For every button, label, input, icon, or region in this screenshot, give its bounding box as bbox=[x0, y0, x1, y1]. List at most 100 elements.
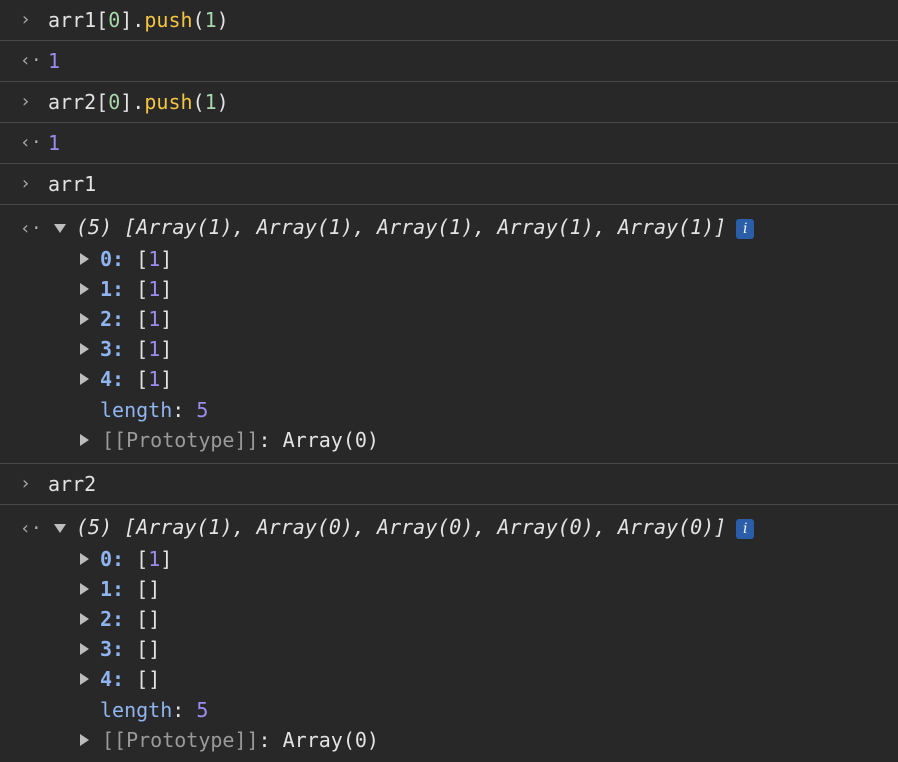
length-label: length bbox=[100, 398, 173, 422]
bracket: [ bbox=[136, 547, 149, 571]
output-value: 1 bbox=[48, 131, 61, 155]
code-token: ( bbox=[192, 8, 205, 32]
length-label: length bbox=[100, 698, 173, 722]
collapsed-triangle-icon[interactable] bbox=[80, 434, 89, 446]
collapsed-triangle-icon[interactable] bbox=[80, 553, 89, 565]
input-prompt-icon: › bbox=[20, 9, 31, 30]
bracket: ] bbox=[160, 367, 173, 391]
code-token: arr2[ bbox=[48, 90, 109, 114]
code-token: arr1[ bbox=[48, 8, 109, 32]
item-key: 0 bbox=[100, 547, 113, 571]
expand-triangle-icon[interactable] bbox=[54, 224, 66, 233]
collapsed-triangle-icon[interactable] bbox=[80, 253, 89, 265]
input-code[interactable]: arr1 bbox=[48, 164, 96, 204]
bracket: [ bbox=[136, 367, 149, 391]
code-token: ]. bbox=[120, 8, 145, 32]
bracket: ] bbox=[160, 307, 173, 331]
console-output-row: ‹· 1 bbox=[0, 41, 898, 82]
code-token: ]. bbox=[120, 90, 145, 114]
info-icon[interactable]: i bbox=[736, 518, 755, 539]
item-key: 2 bbox=[100, 607, 113, 631]
array-item[interactable]: 4: [1] bbox=[100, 364, 172, 394]
code-token: ) bbox=[216, 8, 229, 32]
console-object-output: ‹· (5) [Array(1), Array(0), Array(0), Ar… bbox=[0, 505, 898, 762]
bracket: [ bbox=[136, 637, 149, 661]
array-preview: (5) [Array(1), Array(0), Array(0), Array… bbox=[76, 515, 727, 539]
input-code[interactable]: arr2 bbox=[48, 464, 96, 504]
array-item[interactable]: 0: [1] bbox=[100, 244, 172, 274]
collapsed-triangle-icon[interactable] bbox=[80, 313, 89, 325]
bracket: ] bbox=[148, 637, 161, 661]
code-token: 0 bbox=[108, 8, 121, 32]
item-key: 3 bbox=[100, 337, 113, 361]
collapsed-triangle-icon[interactable] bbox=[80, 734, 89, 746]
item-key: 4 bbox=[100, 367, 113, 391]
length-value: 5 bbox=[196, 698, 209, 722]
output-value: 1 bbox=[48, 49, 61, 73]
bracket: ] bbox=[160, 547, 173, 571]
code-token: ) bbox=[216, 90, 229, 114]
item-value: 1 bbox=[148, 307, 161, 331]
bracket: [ bbox=[136, 337, 149, 361]
info-icon[interactable]: i bbox=[736, 218, 755, 239]
length-property: length: 5 bbox=[100, 698, 209, 722]
length-property: length: 5 bbox=[100, 398, 209, 422]
array-item[interactable]: 4: [] bbox=[100, 664, 160, 694]
array-item[interactable]: 2: [1] bbox=[100, 304, 172, 334]
item-value: 1 bbox=[148, 277, 161, 301]
collapsed-triangle-icon[interactable] bbox=[80, 613, 89, 625]
item-key: 1 bbox=[100, 577, 113, 601]
output-prompt-icon: ‹· bbox=[20, 50, 42, 71]
array-preview: (5) [Array(1), Array(1), Array(1), Array… bbox=[76, 215, 727, 239]
item-key: 3 bbox=[100, 637, 113, 661]
output-prompt-icon: ‹· bbox=[20, 132, 42, 153]
array-item[interactable]: 0: [1] bbox=[100, 544, 172, 574]
console-output-row: ‹· 1 bbox=[0, 123, 898, 164]
array-item[interactable]: 3: [1] bbox=[100, 334, 172, 364]
bracket: [ bbox=[136, 247, 149, 271]
item-key: 0 bbox=[100, 247, 113, 271]
console-object-output: ‹· (5) [Array(1), Array(1), Array(1), Ar… bbox=[0, 205, 898, 464]
item-key: 2 bbox=[100, 307, 113, 331]
prototype-value: Array(0) bbox=[282, 728, 379, 752]
bracket: ] bbox=[148, 607, 161, 631]
item-value: 1 bbox=[148, 247, 161, 271]
array-item[interactable]: 2: [] bbox=[100, 604, 160, 634]
output-prompt-icon: ‹· bbox=[20, 218, 42, 239]
bracket: [ bbox=[136, 577, 149, 601]
prototype-label: [[Prototype]] bbox=[102, 728, 259, 752]
bracket: [ bbox=[136, 277, 149, 301]
collapsed-triangle-icon[interactable] bbox=[80, 343, 89, 355]
array-item[interactable]: 1: [] bbox=[100, 574, 160, 604]
collapsed-triangle-icon[interactable] bbox=[80, 673, 89, 685]
bracket: ] bbox=[148, 577, 161, 601]
code-token: 0 bbox=[108, 90, 121, 114]
bracket: ] bbox=[160, 337, 173, 361]
length-value: 5 bbox=[196, 398, 209, 422]
expand-triangle-icon[interactable] bbox=[54, 524, 66, 533]
console-input-row: › arr2 bbox=[0, 464, 898, 505]
collapsed-triangle-icon[interactable] bbox=[80, 583, 89, 595]
item-value: 1 bbox=[148, 337, 161, 361]
array-summary[interactable]: (5) [Array(1), Array(0), Array(0), Array… bbox=[54, 513, 755, 541]
input-code[interactable]: arr1[0].push(1) bbox=[48, 0, 229, 40]
console-input-row: › arr1 bbox=[0, 164, 898, 205]
array-summary[interactable]: (5) [Array(1), Array(1), Array(1), Array… bbox=[54, 213, 755, 241]
bracket: ] bbox=[160, 277, 173, 301]
input-code[interactable]: arr2[0].push(1) bbox=[48, 82, 229, 122]
collapsed-triangle-icon[interactable] bbox=[80, 643, 89, 655]
input-prompt-icon: › bbox=[20, 173, 31, 194]
prototype-value: Array(0) bbox=[282, 428, 379, 452]
array-item[interactable]: 1: [1] bbox=[100, 274, 172, 304]
item-value: 1 bbox=[148, 367, 161, 391]
prototype-label: [[Prototype]] bbox=[102, 428, 259, 452]
prototype-property[interactable]: [[Prototype]]: Array(0) bbox=[102, 725, 379, 755]
array-item[interactable]: 3: [] bbox=[100, 634, 160, 664]
devtools-console: › arr1[0].push(1) ‹· 1 › arr2[0].push(1)… bbox=[0, 0, 898, 762]
prototype-property[interactable]: [[Prototype]]: Array(0) bbox=[102, 425, 379, 455]
collapsed-triangle-icon[interactable] bbox=[80, 283, 89, 295]
collapsed-triangle-icon[interactable] bbox=[80, 373, 89, 385]
code-token: push bbox=[144, 90, 193, 114]
code-token: 1 bbox=[204, 90, 217, 114]
code-token: ( bbox=[192, 90, 205, 114]
